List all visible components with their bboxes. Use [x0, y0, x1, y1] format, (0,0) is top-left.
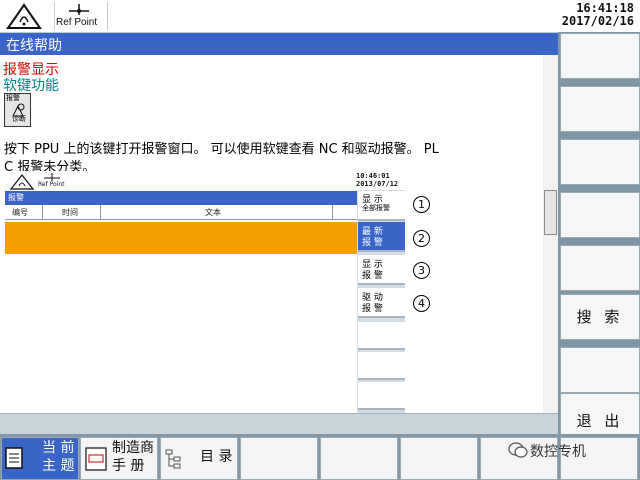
callout-4: 4 — [413, 295, 430, 312]
message-line — [0, 413, 558, 434]
embedded-softkey-5 — [358, 322, 405, 350]
alarm-bell-icon — [6, 3, 42, 29]
callout-1: 1 — [413, 196, 430, 213]
embedded-header-divider — [5, 205, 357, 220]
embedded-softkey-7 — [358, 382, 405, 410]
right-softkey-1[interactable] — [560, 33, 640, 79]
scrollbar-thumb[interactable] — [544, 190, 557, 235]
embedded-col-number: 编号 — [12, 208, 28, 217]
manufacturer-manual-label-2: 手 册 — [112, 458, 145, 474]
embedded-alarm-icon — [10, 174, 34, 190]
clock-time: 16:41:18 — [576, 1, 634, 15]
watermark-text: 数控专机 — [530, 444, 586, 460]
callout-2: 2 — [413, 230, 430, 247]
embedded-date: 2013/07/12 — [356, 180, 399, 188]
embedded-col-text: 文本 — [205, 208, 221, 217]
current-topic-label-2: 主 题 — [42, 458, 75, 474]
bottom-softkey-4[interactable] — [240, 437, 318, 480]
embedded-col-time: 时间 — [62, 208, 78, 217]
wechat-icon — [508, 442, 528, 458]
bottom-softkey-6[interactable] — [400, 437, 478, 480]
clock-date: 2017/02/16 — [561, 14, 634, 28]
embedded-col-divider — [332, 205, 333, 220]
embedded-time: 10:46:01 — [356, 172, 390, 180]
callout-3: 3 — [413, 262, 430, 279]
help-link-softkey-functions[interactable]: 软键功能 — [3, 75, 59, 95]
embedded-softkey-3-line2: 报 警 — [362, 271, 383, 281]
refpoint-icon — [69, 4, 89, 15]
right-softkey-4[interactable] — [560, 192, 640, 238]
search-button-label: 搜 索 — [576, 308, 624, 326]
help-text-line-1: 按下 PPU 上的该键打开报警窗口。 可以使用软键查看 NC 和驱动报警。 PL — [4, 142, 439, 157]
title-bar — [0, 33, 558, 55]
manufacturer-manual-label-1: 制造商 — [112, 440, 154, 456]
refpoint-label: Ref Point — [56, 17, 98, 28]
bottom-softkey-5[interactable] — [320, 437, 398, 480]
embedded-col-divider — [100, 205, 101, 220]
tree-icon — [165, 449, 181, 469]
pdf-icon — [85, 447, 107, 471]
page-title: 在线帮助 — [6, 38, 62, 54]
embedded-title: 报警 — [8, 193, 24, 202]
embedded-alarm-row — [5, 222, 357, 254]
embedded-col-divider — [42, 205, 43, 220]
exit-button-label: 退 出 — [576, 412, 624, 430]
right-softkey-5[interactable] — [560, 245, 640, 291]
right-softkey-7[interactable] — [560, 347, 640, 393]
diagnosis-key-bottom-label: 诊断 — [12, 115, 26, 123]
current-topic-label-1: 当 前 — [42, 440, 75, 456]
table-of-contents-label: 目 录 — [200, 449, 233, 465]
embedded-title-bar — [5, 191, 357, 205]
right-softkey-3[interactable] — [560, 139, 640, 185]
embedded-softkey-1-line2: 全部报警 — [362, 204, 390, 212]
embedded-refpoint-label: Ref Point — [38, 181, 65, 188]
document-icon — [5, 447, 23, 469]
embedded-softkey-2-line2: 报 警 — [362, 238, 383, 248]
right-softkey-2[interactable] — [560, 86, 640, 132]
embedded-softkey-4-line2: 报 警 — [362, 304, 383, 314]
embedded-softkey-6 — [358, 352, 405, 380]
diagnosis-key-top-label: 报警 — [6, 94, 20, 102]
